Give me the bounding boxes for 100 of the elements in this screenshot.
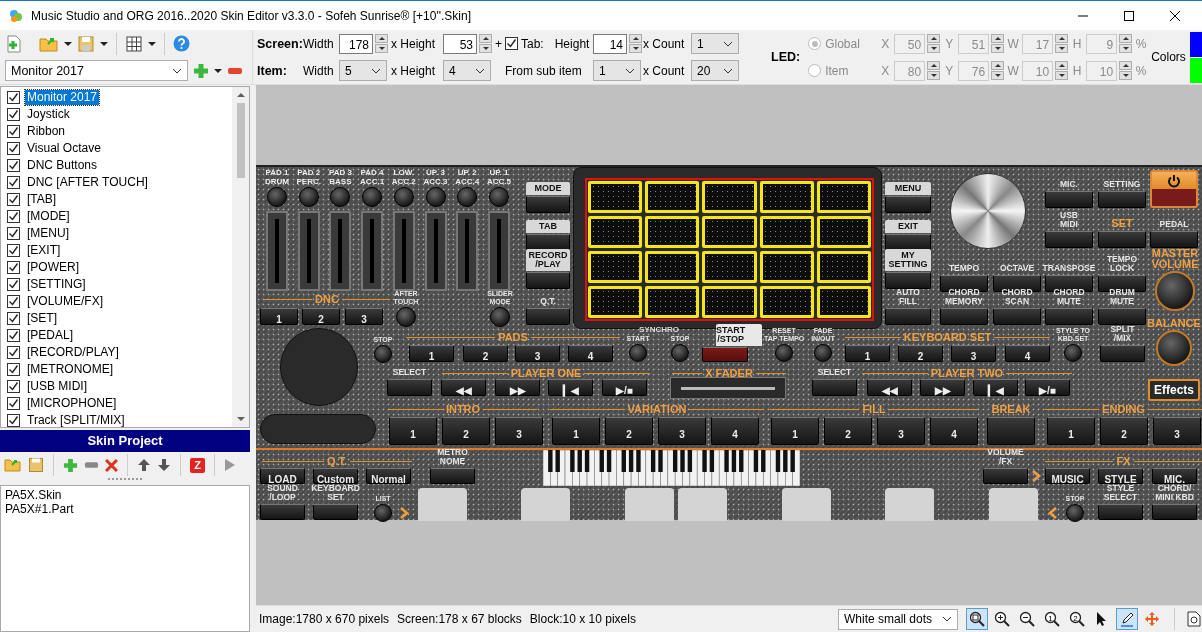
slider-track[interactable] <box>297 211 320 291</box>
slider-track[interactable] <box>487 211 510 291</box>
volume-knob[interactable] <box>1155 271 1195 311</box>
drum-pad[interactable] <box>645 251 700 283</box>
drum-pad[interactable] <box>816 251 871 283</box>
panel-key[interactable]: 2 <box>605 417 653 445</box>
count-dropdown[interactable]: 20 <box>691 60 739 81</box>
save-icon[interactable] <box>28 457 44 473</box>
list-item[interactable]: [SETTING] <box>25 277 88 292</box>
panel-key[interactable]: 1 <box>409 345 454 362</box>
tab-height-field[interactable]: 14 <box>593 33 627 54</box>
item-checkbox[interactable] <box>7 210 20 223</box>
panel-key[interactable]: 3 <box>1153 417 1201 445</box>
grid-icon[interactable] <box>125 34 143 53</box>
list-item[interactable]: [POWER] <box>25 260 81 275</box>
help-icon[interactable] <box>173 35 190 52</box>
panel-key[interactable]: 1 <box>771 417 819 445</box>
item-checkbox[interactable] <box>7 346 20 359</box>
slider-track[interactable] <box>361 211 384 291</box>
panel-key[interactable]: 3 <box>877 417 925 445</box>
panel-key[interactable]: MUSIC <box>1045 468 1090 484</box>
item-checkbox[interactable] <box>7 397 20 410</box>
panel-key[interactable]: 4 <box>711 417 759 445</box>
panel-key[interactable]: 4 <box>568 345 613 362</box>
list-item[interactable]: [MENU] <box>25 226 71 241</box>
panel-key[interactable]: ▶/■ <box>602 379 647 396</box>
panel-key[interactable]: ▎◀ <box>548 379 593 396</box>
item-checkbox[interactable] <box>7 329 20 342</box>
drum-pad[interactable] <box>645 181 700 213</box>
list-item[interactable]: Monitor 2017 <box>25 90 100 105</box>
panel-key[interactable]: Normal <box>366 468 411 484</box>
panel-key[interactable]: MIC. <box>1152 468 1197 484</box>
drum-pad[interactable] <box>759 181 814 213</box>
panel-key[interactable]: ▶▶ <box>495 379 540 396</box>
list-item[interactable]: DNC Buttons <box>25 158 100 173</box>
height-field[interactable]: 53 <box>443 33 477 54</box>
list-item[interactable]: Joystick <box>25 107 72 122</box>
caret-icon[interactable] <box>64 40 72 47</box>
z-icon[interactable]: Z <box>190 457 205 473</box>
drum-pad[interactable] <box>702 216 757 248</box>
item-checkbox[interactable] <box>7 125 20 138</box>
new-file-icon[interactable] <box>5 34 23 53</box>
list-item[interactable]: Visual Octave <box>25 141 103 156</box>
panel-key[interactable]: 3 <box>515 345 560 362</box>
arrow-down-icon[interactable] <box>157 458 171 472</box>
panel-key[interactable]: 1 <box>845 345 890 362</box>
panel-key[interactable]: 2 <box>898 345 943 362</box>
item-checkbox[interactable] <box>7 380 20 393</box>
dial-knob[interactable] <box>950 173 1026 249</box>
panel-key[interactable]: ▶▶ <box>920 379 965 396</box>
maximize-icon[interactable] <box>1124 10 1134 21</box>
caret-icon[interactable] <box>100 40 108 47</box>
pencil-tool[interactable] <box>1116 608 1138 630</box>
item-checkbox[interactable] <box>7 193 20 206</box>
tab-checkbox[interactable] <box>505 37 518 50</box>
arrow-up-icon[interactable] <box>137 458 151 472</box>
width-dropdown[interactable]: 5 <box>339 60 387 81</box>
item-checkbox[interactable] <box>7 227 20 240</box>
list-item[interactable]: [USB MIDI] <box>25 379 89 394</box>
drum-pad[interactable] <box>588 216 643 248</box>
panel-key[interactable]: ▶/■ <box>1025 379 1070 396</box>
spin-buttons[interactable] <box>479 34 492 53</box>
list-item[interactable]: Ribbon <box>25 124 68 139</box>
item-checkbox[interactable] <box>7 312 20 325</box>
drum-pad[interactable] <box>816 181 871 213</box>
drum-pad[interactable] <box>702 251 757 283</box>
drum-pad[interactable] <box>759 216 814 248</box>
drum-pad[interactable] <box>816 216 871 248</box>
item-checkbox[interactable] <box>7 278 20 291</box>
drum-pad[interactable] <box>702 286 757 318</box>
panel-key[interactable]: ▎◀ <box>973 379 1018 396</box>
list-item[interactable]: [MICROPHONE] <box>25 396 119 411</box>
item-checkbox[interactable] <box>7 176 20 189</box>
project-file[interactable]: PA5X#1.Part <box>5 502 245 516</box>
panel-key[interactable]: 3 <box>345 308 383 325</box>
scrollbar[interactable] <box>232 87 249 427</box>
panel-key[interactable]: 1 <box>1047 417 1095 445</box>
list-item[interactable]: [SET] <box>25 311 59 326</box>
drum-pad[interactable] <box>702 181 757 213</box>
page-icon[interactable] <box>1186 611 1202 627</box>
drum-pad[interactable] <box>588 181 643 213</box>
background-dropdown[interactable]: White small dots <box>838 608 958 630</box>
height-dropdown[interactable]: 4 <box>443 60 491 81</box>
volume-knob[interactable] <box>1156 330 1192 366</box>
knob[interactable] <box>374 504 392 522</box>
list-item[interactable]: [EXIT] <box>25 243 63 258</box>
slider-track[interactable] <box>424 211 447 291</box>
panel-key[interactable]: ◀◀ <box>441 379 486 396</box>
drum-pad[interactable] <box>759 251 814 283</box>
delete-icon[interactable] <box>105 458 118 472</box>
remove-icon[interactable] <box>227 66 243 75</box>
drum-pad[interactable] <box>588 251 643 283</box>
slider-track[interactable] <box>456 211 479 291</box>
item-checkbox[interactable] <box>7 142 20 155</box>
slider-track[interactable] <box>329 211 352 291</box>
item-checkbox[interactable] <box>7 295 20 308</box>
panel-key[interactable]: 3 <box>495 417 543 445</box>
knob[interactable] <box>1066 504 1084 522</box>
panel-key[interactable]: Custom <box>313 468 358 484</box>
panel-key[interactable]: 2 <box>463 345 508 362</box>
